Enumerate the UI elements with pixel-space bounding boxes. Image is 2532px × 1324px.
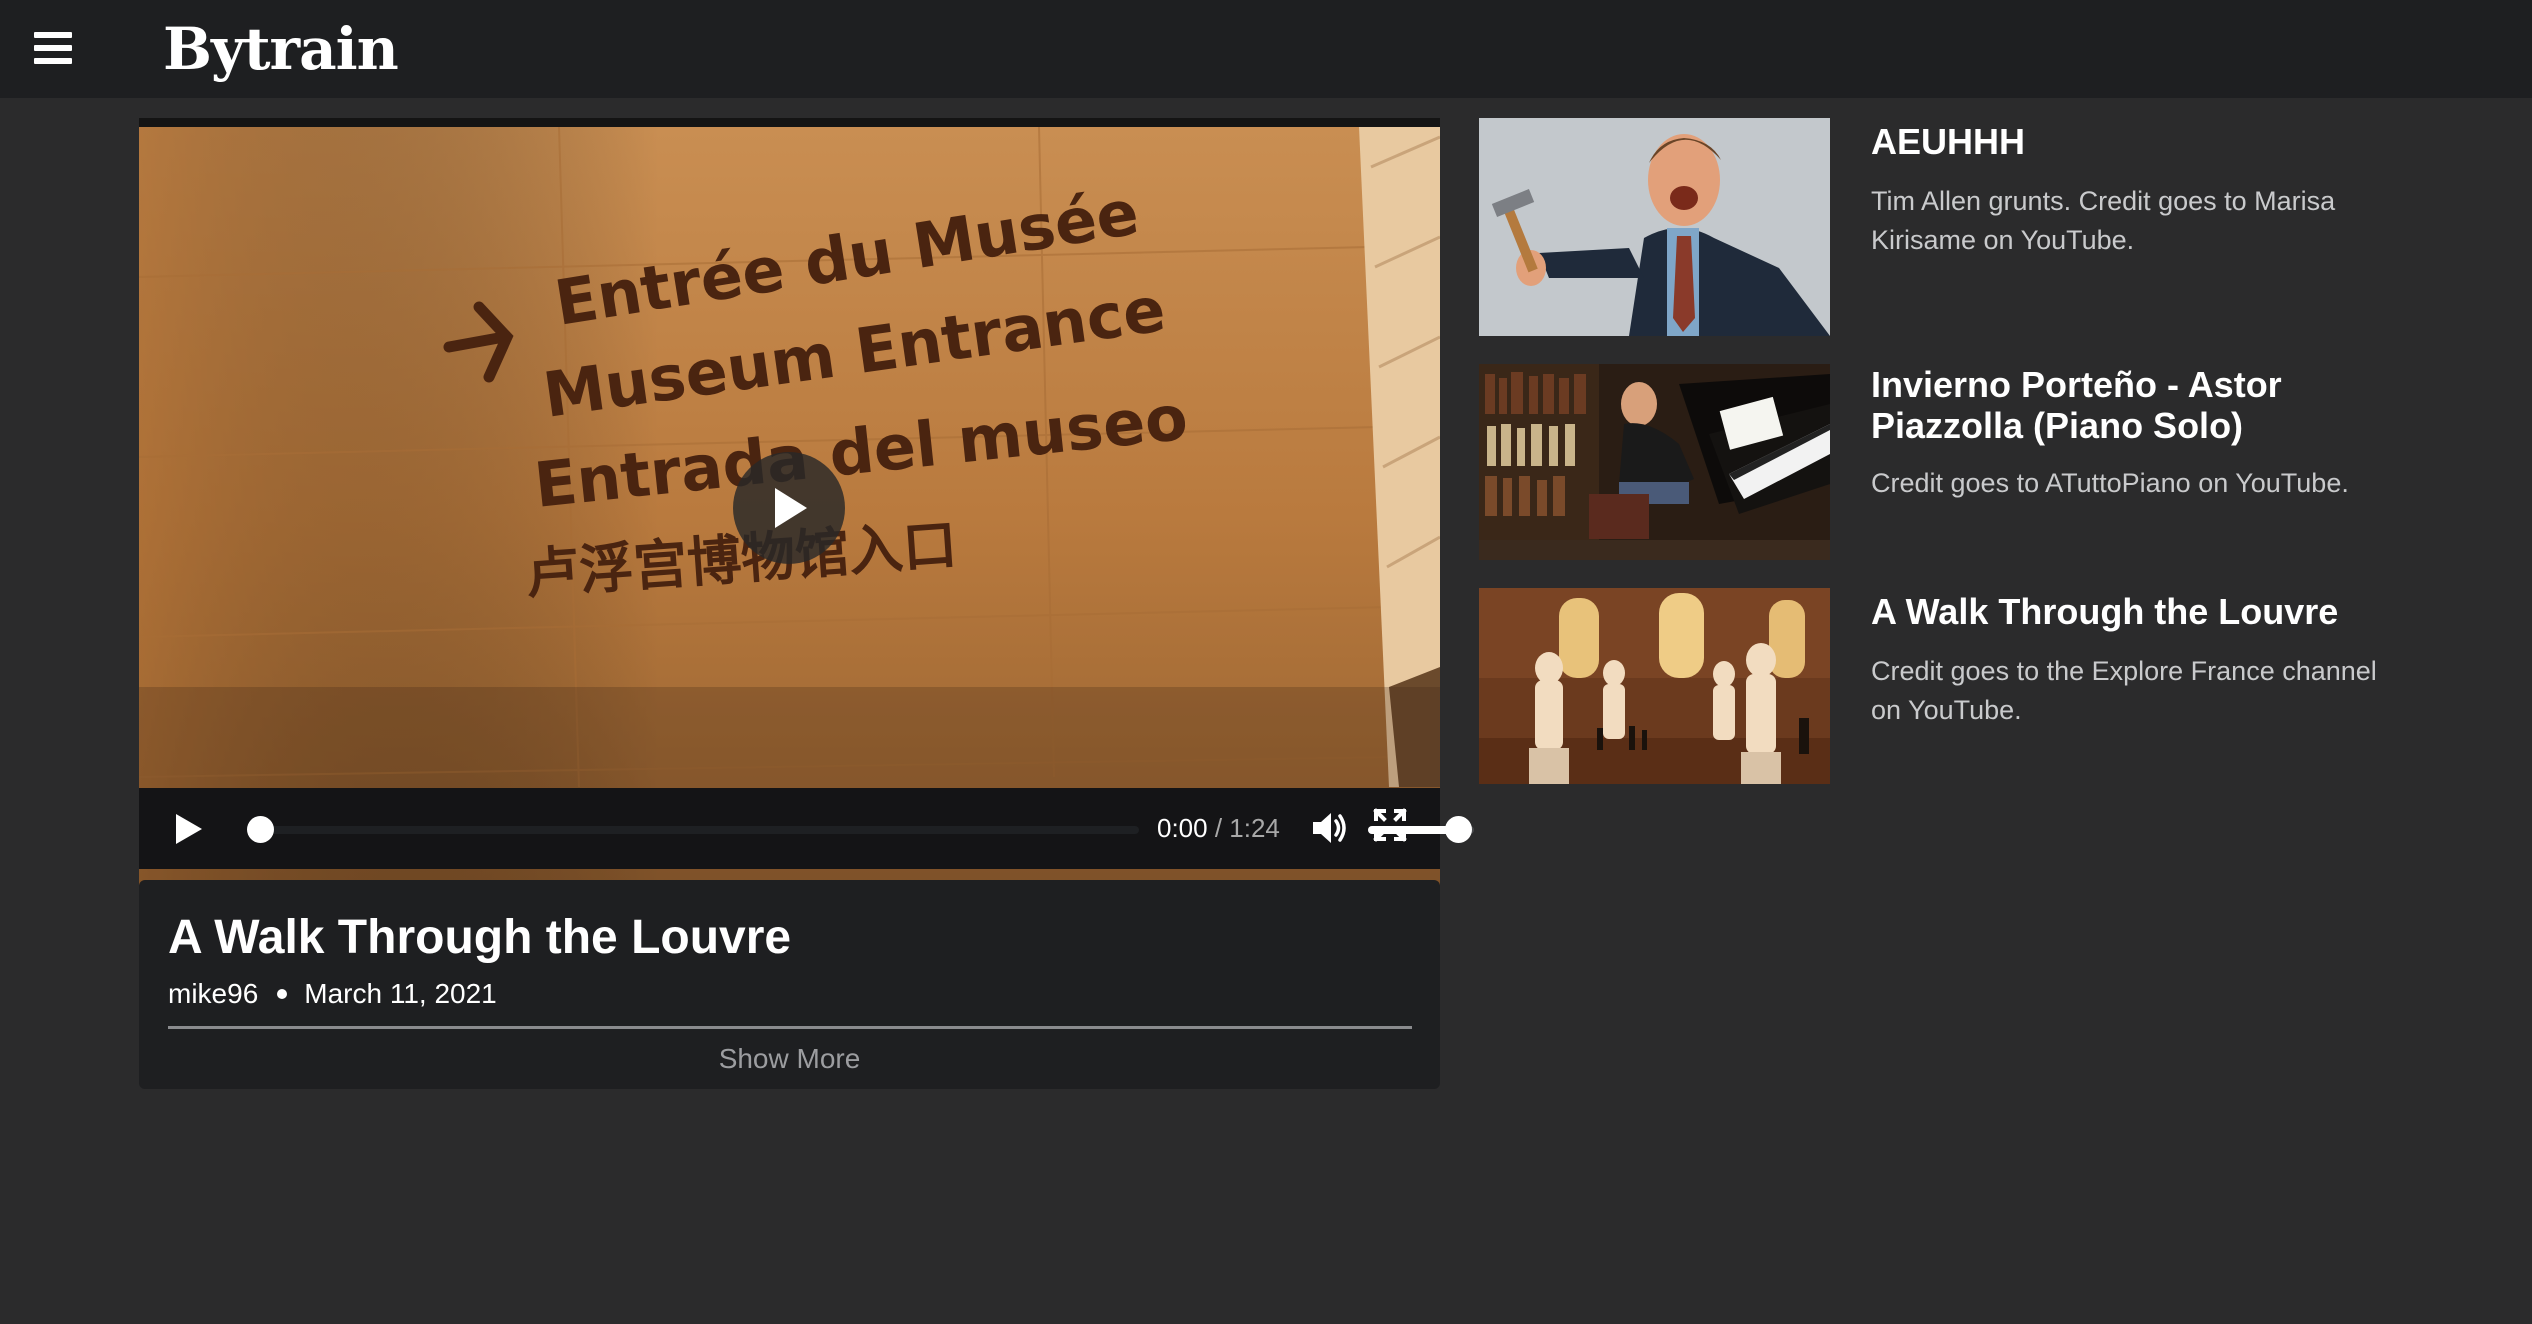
related-video-item[interactable]: AEUHHH Tim Allen grunts. Credit goes to …	[1479, 118, 2429, 336]
related-title[interactable]: Invierno Porteño - Astor Piazzolla (Pian…	[1871, 364, 2411, 446]
hamburger-menu-icon[interactable]	[34, 32, 72, 64]
volume-icon[interactable]	[1311, 810, 1349, 846]
duration: 1:24	[1229, 813, 1280, 843]
video-author[interactable]: mike96	[168, 978, 258, 1009]
video-info-panel: A Walk Through the Louvre mike96 March 11…	[139, 880, 1440, 1089]
fullscreen-icon[interactable]	[1373, 808, 1407, 842]
play-overlay-icon[interactable]	[733, 452, 845, 564]
player-controls: 0:00 / 1:24	[139, 788, 1474, 869]
seek-bar[interactable]	[247, 816, 1139, 843]
related-description: Credit goes to the Explore France channe…	[1871, 656, 2377, 725]
related-video-item[interactable]: A Walk Through the Louvre Credit goes to…	[1479, 588, 2429, 784]
thumbnail-pianist	[1479, 364, 1830, 560]
related-video-item[interactable]: Invierno Porteño - Astor Piazzolla (Pian…	[1479, 364, 2429, 560]
seek-bar-thumb[interactable]	[247, 816, 274, 843]
related-thumbnail[interactable]	[1479, 364, 1830, 560]
video-meta: mike96 March 11, 2021	[168, 976, 497, 1012]
info-divider	[168, 1026, 1412, 1029]
meta-separator-dot	[277, 988, 288, 999]
related-description: Tim Allen grunts. Credit goes to Marisa …	[1871, 186, 2336, 255]
current-time: 0:00	[1157, 813, 1208, 843]
related-description: Credit goes to ATuttoPiano on YouTube.	[1871, 468, 2349, 498]
video-title: A Walk Through the Louvre	[168, 911, 792, 964]
time-display: 0:00 / 1:24	[1157, 810, 1280, 846]
time-separator: /	[1207, 813, 1230, 843]
related-thumbnail[interactable]	[1479, 118, 1830, 336]
related-thumbnail[interactable]	[1479, 588, 1830, 784]
related-title[interactable]: AEUHHH	[1871, 121, 2411, 162]
related-title[interactable]: A Walk Through the Louvre	[1871, 591, 2411, 632]
video-date: March 11, 2021	[304, 978, 497, 1009]
show-more-button[interactable]: Show More	[139, 1041, 1440, 1077]
volume-slider-thumb[interactable]	[1445, 816, 1473, 843]
thumbnail-louvre-gallery	[1479, 588, 1830, 784]
brand-logo[interactable]: Bytrain	[163, 12, 399, 86]
top-navigation-bar: Bytrain	[0, 0, 2532, 98]
video-player[interactable]: Entrée du Musée Museum Entrance Entrada …	[139, 118, 1474, 907]
thumbnail-man-with-hammer	[1479, 118, 1830, 336]
play-icon[interactable]	[172, 812, 204, 846]
